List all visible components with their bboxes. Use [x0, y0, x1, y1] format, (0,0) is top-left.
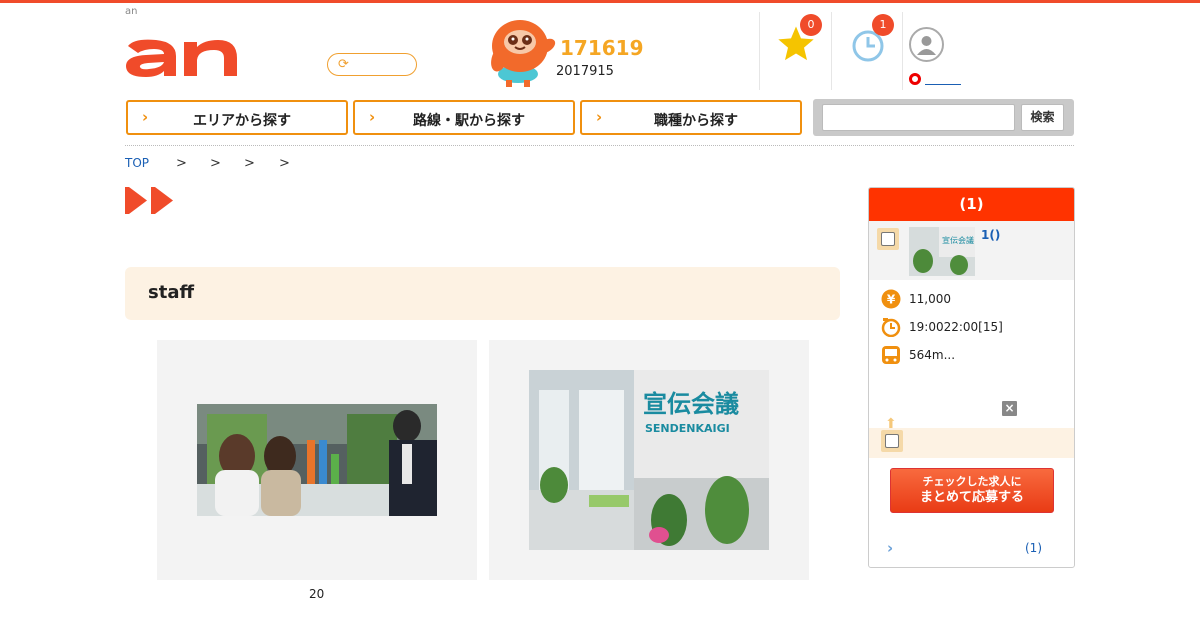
- divider: [902, 12, 903, 90]
- svg-text:宣伝会議: 宣伝会議: [942, 235, 974, 245]
- person-icon: [917, 36, 936, 55]
- wage-text: 11,000: [909, 292, 951, 306]
- brand-tagline: an: [125, 6, 138, 17]
- divider: [831, 12, 832, 90]
- search-by-route-label: 路線・駅から探す: [413, 113, 525, 129]
- carousel-dots: [439, 624, 539, 630]
- search-button[interactable]: 検索: [1021, 104, 1064, 131]
- search-by-job-button[interactable]: › 職種から探す: [580, 100, 802, 135]
- access-row: 564m...: [881, 345, 1071, 365]
- staff-section-header: staff: [125, 267, 840, 320]
- search-input[interactable]: [822, 104, 1015, 131]
- select-all-row: ⬆: [869, 416, 1074, 458]
- job-count: 171619: [560, 36, 644, 60]
- staff-photo: [197, 404, 437, 516]
- staff-photo-card[interactable]: [157, 340, 477, 580]
- yen-icon: ¥: [881, 289, 901, 309]
- refresh-icon: ⟳: [338, 57, 349, 72]
- hours-text: 19:0022:00[15]: [909, 320, 1003, 334]
- double-arrow-icon: [125, 187, 173, 214]
- refresh-button[interactable]: ⟳: [327, 53, 417, 76]
- breadcrumb-separator: >: [279, 156, 290, 171]
- kept-jobs-panel: (1) 宣伝会議 1() ¥ 11,000 19:0022:00[15] 564…: [868, 187, 1075, 568]
- search-by-area-button[interactable]: › エリアから探す: [126, 100, 348, 135]
- divider: [759, 12, 760, 90]
- svg-text:宣伝会議: 宣伝会議: [643, 390, 739, 418]
- bulk-apply-button[interactable]: チェックした求人に まとめて応募する: [890, 468, 1054, 513]
- favorites-button[interactable]: 0: [772, 14, 822, 68]
- panel-header: (1): [869, 188, 1074, 221]
- kept-job-row: 宣伝会議 1(): [869, 221, 1074, 280]
- section-title: staff: [148, 282, 195, 303]
- job-title-link[interactable]: 1(): [981, 228, 1000, 242]
- svg-text:¥: ¥: [887, 293, 896, 307]
- an-logo[interactable]: [124, 36, 258, 80]
- apply-button-line1: チェックした求人に: [922, 475, 1022, 488]
- breadcrumb-separator: >: [176, 156, 187, 171]
- login-link[interactable]: [925, 84, 961, 85]
- wage-row: ¥ 11,000: [881, 289, 1071, 309]
- photo-caption: 20: [309, 587, 325, 601]
- job-checkbox-wrap: [877, 228, 899, 250]
- search-by-job-label: 職種から探す: [654, 113, 738, 129]
- office-photo-card[interactable]: 宣伝会議 SENDENKAIGI: [489, 340, 809, 580]
- clock-icon: [881, 318, 901, 337]
- login-status-icon: [909, 73, 921, 85]
- update-date: 2017915: [556, 64, 614, 79]
- close-icon[interactable]: ×: [1002, 401, 1017, 416]
- user-avatar[interactable]: [909, 27, 944, 62]
- apply-button-line2: まとめて応募する: [919, 490, 1024, 505]
- divider: [125, 145, 1074, 146]
- job-thumbnail[interactable]: 宣伝会議: [909, 227, 975, 276]
- favorites-badge: 0: [800, 14, 822, 36]
- breadcrumb-top-link[interactable]: TOP: [125, 156, 149, 170]
- keyword-search: 検索: [813, 99, 1074, 136]
- job-checkbox[interactable]: [881, 232, 895, 246]
- access-text: 564m...: [909, 348, 956, 362]
- search-by-area-label: エリアから探す: [193, 113, 291, 129]
- sloth-mascot-icon: [491, 20, 556, 87]
- select-all-checkbox-wrap: [881, 430, 903, 452]
- history-button[interactable]: 1: [844, 14, 894, 68]
- search-by-route-button[interactable]: › 路線・駅から探す: [353, 100, 575, 135]
- select-all-checkbox[interactable]: [885, 434, 899, 448]
- breadcrumb-separator: >: [210, 156, 221, 171]
- kept-list-link[interactable]: (1): [1025, 541, 1042, 555]
- train-icon: [882, 346, 900, 364]
- top-accent-line: [0, 0, 1200, 3]
- svg-text:SENDENKAIGI: SENDENKAIGI: [645, 422, 730, 435]
- office-photo: 宣伝会議 SENDENKAIGI: [529, 370, 769, 550]
- history-badge: 1: [872, 14, 894, 36]
- hours-row: 19:0022:00[15]: [881, 317, 1071, 337]
- breadcrumb-separator: >: [244, 156, 255, 171]
- chevron-right-icon: ›: [887, 539, 894, 557]
